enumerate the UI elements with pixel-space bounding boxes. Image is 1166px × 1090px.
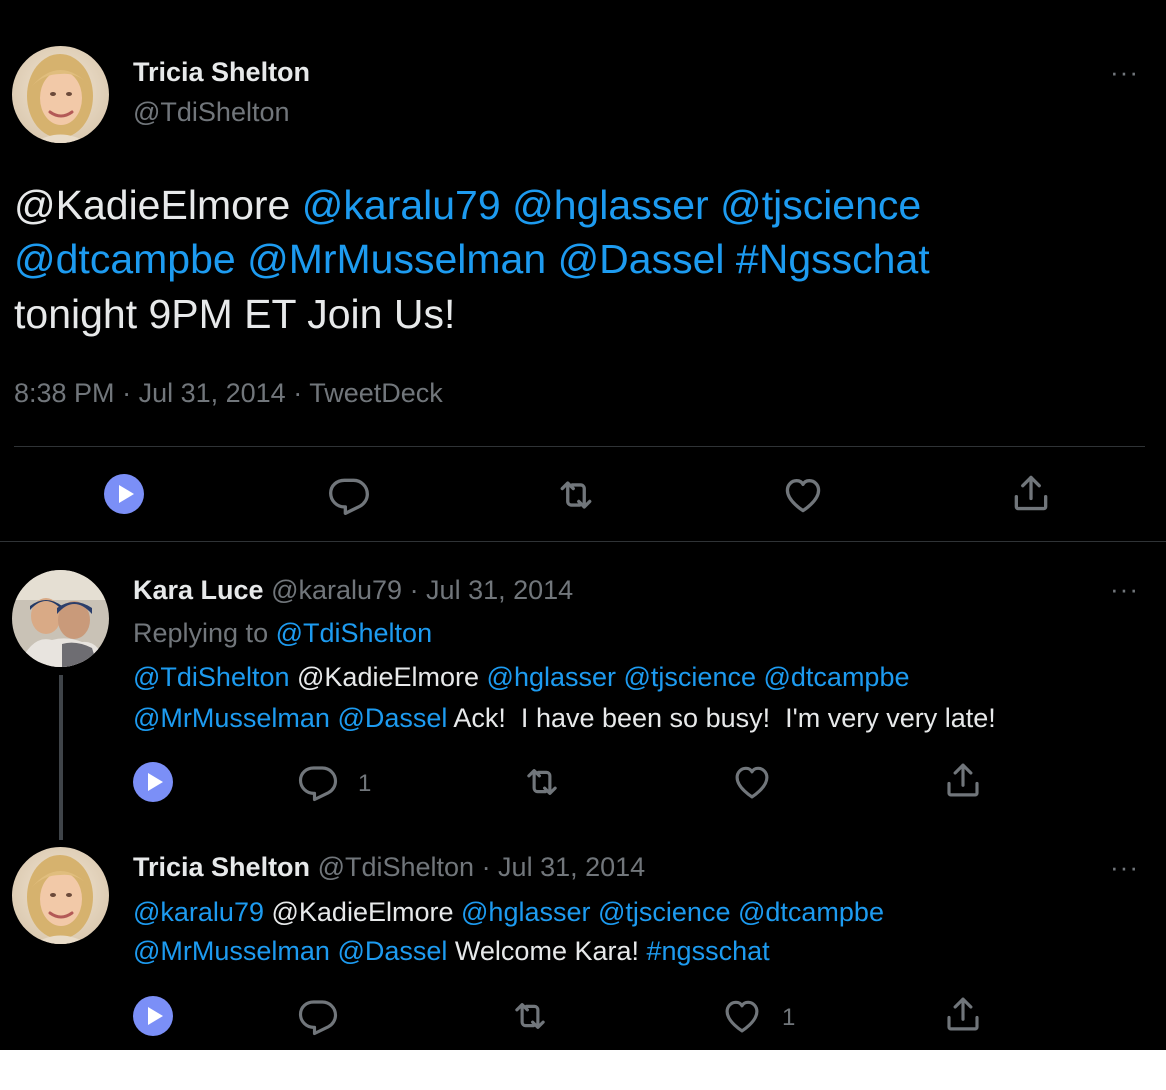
mention-link[interactable]: @karalu79: [302, 182, 501, 228]
retweet-icon[interactable]: [554, 473, 598, 517]
like-icon[interactable]: [721, 995, 763, 1037]
mention-link[interactable]: @hglasser: [461, 897, 590, 927]
reply-header: Tricia Shelton @TdiShelton · Jul 31, 201…: [133, 852, 645, 883]
author-name[interactable]: Tricia Shelton: [133, 852, 310, 882]
tweet-text-line-3: tonight 9PM ET Join Us!: [14, 291, 456, 337]
tweet-text-line-2: @MrMusselman @Dassel Ack! I have been so…: [133, 703, 996, 734]
reply-icon[interactable]: [327, 473, 371, 517]
share-icon[interactable]: [942, 993, 984, 1035]
mention-link[interactable]: @TdiShelton: [133, 662, 290, 692]
tweet-text-line-1: @TdiShelton @KadieElmore @hglasser @tjsc…: [133, 662, 909, 693]
tweet-text-line-1: @karalu79 @KadieElmore @hglasser @tjscie…: [133, 897, 884, 928]
hashtag-link[interactable]: #Ngsschat: [736, 236, 930, 282]
share-icon[interactable]: [942, 759, 984, 801]
hashtag-link[interactable]: #ngsschat: [647, 936, 770, 966]
like-count: 1: [782, 1004, 796, 1031]
reply-count: 1: [358, 770, 372, 797]
divider: [14, 446, 1145, 447]
author-handle[interactable]: @TdiShelton: [318, 852, 475, 882]
like-icon[interactable]: [781, 473, 825, 517]
play-icon[interactable]: [104, 474, 144, 514]
mention-link[interactable]: @tjscience: [720, 182, 921, 228]
replying-to: Replying to @TdiShelton: [133, 618, 432, 649]
mention-link[interactable]: @dtcampbe: [764, 662, 910, 692]
author-name[interactable]: Kara Luce: [133, 575, 264, 605]
tweet-time[interactable]: 8:38 PM: [14, 378, 115, 408]
mention-link[interactable]: @TdiShelton: [276, 618, 433, 648]
tweet-text-line-2: @dtcampbe @MrMusselman @Dassel #Ngsschat: [14, 235, 930, 283]
avatar[interactable]: [12, 847, 109, 944]
mention-link[interactable]: @Dassel: [558, 236, 725, 282]
mention-link[interactable]: @KadieElmore: [297, 662, 479, 692]
tweet-date[interactable]: Jul 31, 2014: [139, 378, 286, 408]
mention-link[interactable]: @tjscience: [624, 662, 756, 692]
more-options-icon[interactable]: ···: [1110, 854, 1139, 880]
tweet-thread: Tricia Shelton @TdiShelton ··· @KadieElm…: [0, 0, 1166, 1050]
more-options-icon[interactable]: ···: [1110, 576, 1139, 602]
tweet-text-line-1: @KadieElmore @karalu79 @hglasser @tjscie…: [14, 181, 921, 229]
reply-header: Kara Luce @karalu79 · Jul 31, 2014: [133, 575, 573, 606]
mention-link[interactable]: @dtcampbe: [14, 236, 236, 282]
retweet-icon[interactable]: [509, 995, 551, 1037]
reply-icon[interactable]: [297, 995, 339, 1037]
meta-separator: ·: [285, 378, 310, 408]
author-handle[interactable]: @TdiShelton: [133, 97, 290, 128]
user-photo-icon: [12, 847, 109, 944]
mention-link[interactable]: @MrMusselman: [247, 236, 546, 282]
divider: [0, 541, 1166, 542]
tweet-date[interactable]: · Jul 31, 2014: [474, 852, 646, 882]
author-name[interactable]: Tricia Shelton: [133, 57, 310, 88]
user-photo-icon: [12, 46, 109, 143]
user-photo-icon: [12, 570, 109, 667]
reply-icon[interactable]: [297, 761, 339, 803]
tweet-date[interactable]: · Jul 31, 2014: [402, 575, 574, 605]
mention-link[interactable]: @tjscience: [598, 897, 730, 927]
avatar[interactable]: [12, 570, 109, 667]
author-handle[interactable]: @karalu79: [271, 575, 402, 605]
mention-link[interactable]: @Dassel: [337, 936, 447, 966]
avatar[interactable]: [12, 46, 109, 143]
play-icon[interactable]: [133, 762, 173, 802]
mention-link[interactable]: @KadieElmore: [272, 897, 454, 927]
mention-link[interactable]: @hglasser: [487, 662, 616, 692]
like-icon[interactable]: [731, 761, 773, 803]
tweet-source[interactable]: TweetDeck: [309, 378, 443, 408]
share-icon[interactable]: [1009, 471, 1053, 515]
mention-link[interactable]: @MrMusselman: [133, 936, 330, 966]
mention-link[interactable]: @hglasser: [512, 182, 709, 228]
retweet-icon[interactable]: [521, 761, 563, 803]
tweet-meta: 8:38 PM · Jul 31, 2014 · TweetDeck: [14, 378, 443, 409]
thread-line: [59, 675, 63, 840]
meta-separator: ·: [114, 378, 139, 408]
more-options-icon[interactable]: ···: [1110, 59, 1139, 85]
mention-link[interactable]: @dtcampbe: [738, 897, 884, 927]
tweet-text-line-2: @MrMusselman @Dassel Welcome Kara! #ngss…: [133, 936, 770, 967]
mention-link[interactable]: @KadieElmore: [14, 182, 290, 228]
play-icon[interactable]: [133, 996, 173, 1036]
mention-link[interactable]: @karalu79: [133, 897, 264, 927]
replying-to-label: Replying to: [133, 618, 276, 648]
mention-link[interactable]: @Dassel: [337, 703, 447, 733]
tweet-body-text: Ack! I have been so busy! I'm very very …: [453, 703, 996, 733]
mention-link[interactable]: @MrMusselman: [133, 703, 330, 733]
tweet-body-text: Welcome Kara!: [454, 936, 639, 966]
